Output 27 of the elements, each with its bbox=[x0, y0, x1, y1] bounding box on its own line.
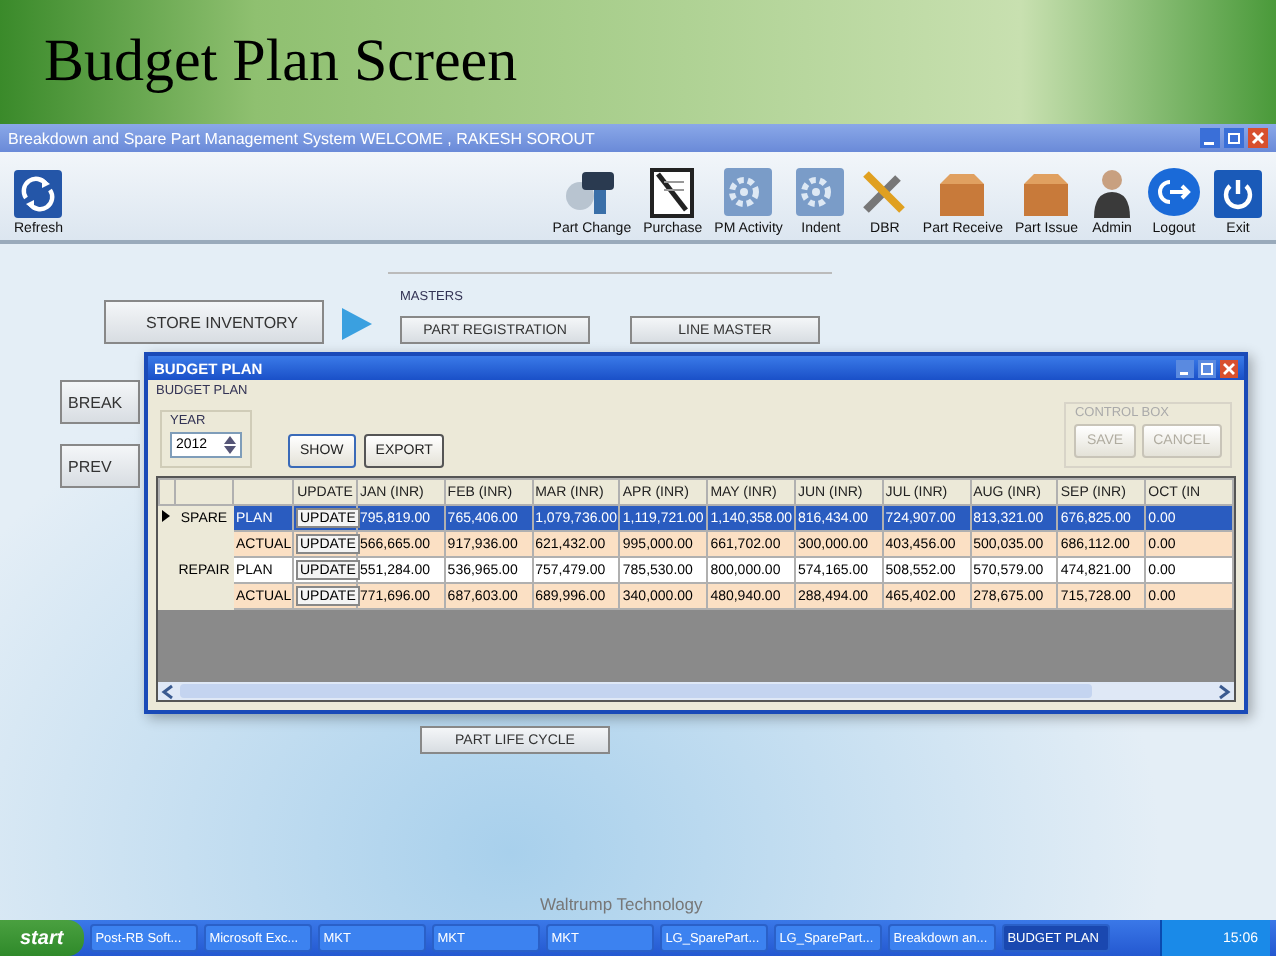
box-icon bbox=[1020, 170, 1073, 218]
refresh-icon bbox=[14, 170, 63, 218]
restore-icon[interactable] bbox=[1224, 128, 1244, 148]
gear-icon bbox=[722, 166, 775, 218]
scroll-right-icon[interactable] bbox=[1216, 683, 1232, 699]
horizontal-scrollbar[interactable] bbox=[158, 682, 1234, 700]
spin-arrows-icon bbox=[224, 436, 236, 454]
scroll-left-icon[interactable] bbox=[160, 683, 176, 699]
box-icon bbox=[936, 170, 989, 218]
person-icon bbox=[1090, 166, 1134, 218]
minimize-icon[interactable] bbox=[1176, 359, 1194, 377]
slide-footer: Waltrump Technology bbox=[540, 894, 703, 914]
slide-title: Budget Plan Screen bbox=[44, 28, 518, 96]
menu-button[interactable]: STORE INVENTORY bbox=[104, 300, 324, 344]
close-icon[interactable] bbox=[1220, 359, 1238, 377]
window-title: Breakdown and Spare Part Management System WELCOME , RAKESH SOROUT bbox=[8, 129, 597, 147]
play-arrow-icon[interactable] bbox=[336, 304, 376, 344]
maximize-icon[interactable] bbox=[1198, 359, 1216, 377]
gear-icon bbox=[794, 166, 847, 218]
menu-button[interactable]: BREAK bbox=[60, 380, 140, 424]
clipboard-icon bbox=[648, 166, 697, 218]
menu-button[interactable]: PREV bbox=[60, 444, 140, 488]
logout-icon bbox=[1146, 166, 1202, 218]
power-icon bbox=[1214, 170, 1262, 218]
start-button[interactable]: start bbox=[0, 920, 84, 956]
close-icon[interactable] bbox=[1248, 128, 1268, 148]
minimize-icon[interactable] bbox=[1200, 128, 1220, 148]
